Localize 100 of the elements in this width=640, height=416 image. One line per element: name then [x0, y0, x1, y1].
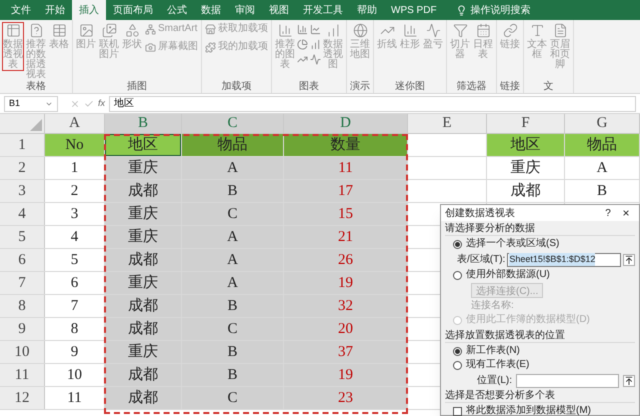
table-cell: C [182, 387, 284, 409]
line-chart-icon[interactable] [310, 24, 321, 35]
radio-option[interactable]: 现有工作表(E) [445, 359, 635, 371]
group-label: 图表 [298, 81, 320, 93]
range-field[interactable]: Sheet15!$B$1:$D$12 [507, 252, 621, 266]
column-header[interactable]: F [487, 114, 565, 133]
radio-button[interactable] [453, 270, 462, 280]
dialog-title: 创建数据透视表 [445, 206, 516, 220]
row-header[interactable]: 11 [0, 364, 45, 386]
formula-field[interactable]: 地区 [109, 96, 636, 112]
table-cell: C [182, 203, 284, 225]
grid-icon [52, 23, 66, 38]
row-header[interactable]: 4 [0, 203, 45, 225]
radio-option[interactable]: 使用外部数据源(U) [445, 269, 635, 281]
column-header[interactable]: C [182, 114, 284, 133]
table-cell: B [182, 180, 284, 202]
table-cell: A [182, 226, 284, 248]
pie-chart-icon[interactable] [297, 39, 308, 50]
search-label[interactable]: 操作说明搜索 [470, 2, 531, 18]
filter-icon [452, 23, 468, 38]
checkbox-option[interactable]: 将此数据添加到数据模型(M) [445, 405, 635, 416]
group-label: 表格 [25, 81, 47, 93]
function-button[interactable]: fx [98, 96, 106, 110]
row-header[interactable]: 8 [0, 295, 45, 317]
table-cell: 15 [284, 203, 408, 225]
table-cell: 数量 [284, 134, 408, 156]
ribbon-tab[interactable]: 公式 [160, 0, 194, 20]
row-header[interactable]: 2 [0, 157, 45, 179]
checkbox[interactable] [453, 406, 462, 416]
ribbon-tab[interactable]: 开始 [38, 0, 72, 20]
globe-icon [352, 23, 368, 38]
row-header[interactable]: 5 [0, 226, 45, 248]
bar-chart-icon[interactable] [297, 24, 308, 35]
table-cell: 32 [284, 295, 408, 317]
table-cell: B [182, 341, 284, 363]
activity-icon[interactable] [310, 54, 321, 65]
table-cell: 地区 [105, 134, 182, 156]
radio-button[interactable] [453, 346, 462, 356]
bar-chart-icon [278, 23, 292, 38]
cancel-icon[interactable] [70, 98, 80, 108]
table-cell: A [182, 157, 284, 179]
column-header[interactable]: B [105, 114, 182, 133]
group-label: 演示 [349, 81, 371, 93]
table-cell: 重庆 [105, 203, 182, 225]
lightbulb-icon [456, 4, 467, 16]
column-header[interactable]: D [284, 114, 408, 133]
row-header[interactable]: 12 [0, 387, 45, 409]
bar-chart-icon[interactable] [310, 39, 321, 50]
table-cell: C [182, 318, 284, 340]
row-header[interactable]: 1 [0, 134, 45, 156]
link-icon [502, 23, 518, 38]
section-heading: 选择放置数据透视表的位置 [445, 330, 635, 343]
row-header[interactable]: 3 [0, 180, 45, 202]
collapse-icon[interactable] [623, 254, 635, 266]
ribbon-tab[interactable]: 数据 [194, 0, 228, 20]
table-cell: 17 [284, 180, 408, 202]
ribbon-tab[interactable]: WPS PDF [384, 0, 444, 20]
row-header[interactable]: 10 [0, 341, 45, 363]
ribbon-tab[interactable]: 插入 [72, 0, 106, 20]
location-field[interactable] [516, 374, 619, 388]
column-header[interactable]: G [565, 114, 640, 133]
row-header[interactable]: 6 [0, 249, 45, 271]
row-header[interactable]: 9 [0, 318, 45, 340]
section-heading: 请选择要分析的数据 [445, 223, 635, 236]
activity-icon [426, 23, 440, 38]
puzzle-icon [205, 42, 216, 52]
table-cell: 地区 [487, 134, 565, 156]
table-cell: 物品 [565, 134, 640, 156]
ribbon-tab[interactable]: 帮助 [350, 0, 384, 20]
radio-button[interactable] [453, 240, 462, 248]
radio-option[interactable]: 新工作表(N) [445, 345, 635, 357]
triangle-icon [30, 119, 42, 131]
ribbon-tab[interactable]: 页面布局 [106, 0, 160, 20]
column-header[interactable]: E [408, 114, 487, 133]
group-label: 迷你图 [394, 81, 426, 93]
radio-option[interactable]: 选择一个表或区域(S) [445, 238, 635, 250]
table-cell: 重庆 [105, 272, 182, 294]
line-chart-icon[interactable] [297, 54, 308, 65]
name-box[interactable]: B1 [4, 96, 58, 112]
help-button[interactable]: ? [599, 206, 617, 220]
check-icon[interactable] [84, 98, 94, 108]
ribbon-tab[interactable]: 审阅 [228, 0, 262, 20]
ribbon-tab[interactable]: 开发工具 [296, 0, 350, 20]
close-button[interactable]: × [617, 204, 635, 222]
ribbon-tab[interactable]: 视图 [262, 0, 296, 20]
bar-chart-icon [326, 23, 340, 38]
table-cell: B [182, 364, 284, 386]
collapse-icon[interactable] [623, 374, 635, 386]
row-header[interactable]: 7 [0, 272, 45, 294]
table-cell: 成都 [105, 318, 182, 340]
camera-icon [145, 42, 156, 52]
group-label: 链接 [499, 81, 521, 93]
ribbon-tab[interactable]: 文件 [4, 0, 38, 20]
table-cell: 重庆 [105, 226, 182, 248]
table-cell: 19 [284, 364, 408, 386]
group-label: 文 [542, 81, 554, 93]
group-label: 加载项 [220, 81, 252, 93]
connection-name-label: 连接名称: [470, 300, 515, 312]
radio-button[interactable] [453, 360, 462, 370]
section-heading: 选择是否想要分析多个表 [445, 390, 635, 403]
